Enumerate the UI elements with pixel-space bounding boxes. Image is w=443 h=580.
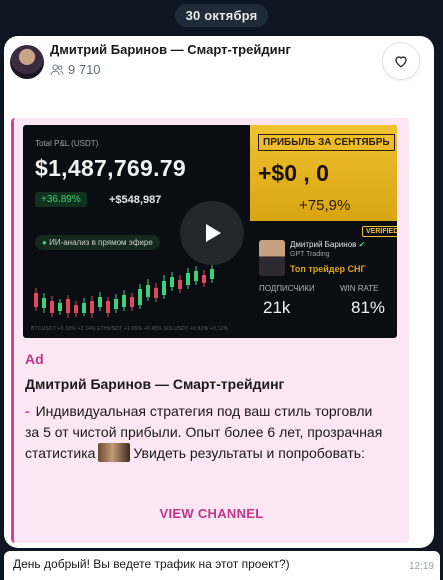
subscribers-stat-label: ПОДПИСЧИКИ bbox=[259, 284, 315, 293]
date-separator: 30 октября bbox=[174, 4, 269, 27]
users-icon bbox=[50, 64, 64, 75]
winrate-stat-label: WIN RATE bbox=[340, 284, 379, 293]
profit-pct: +75,9% bbox=[299, 197, 351, 214]
heart-icon bbox=[395, 56, 407, 68]
react-button[interactable] bbox=[382, 42, 420, 80]
usd-gain: +$548,987 bbox=[109, 194, 162, 206]
ad-title: Дмитрий Баринов — Смарт-трейдинг bbox=[25, 376, 285, 392]
play-icon bbox=[206, 224, 221, 242]
profit-panel: ПРИБЫЛЬ ЗА СЕНТЯБРЬ +$0 , 0 +75,9% bbox=[250, 125, 397, 221]
ad-text-part2: Увидеть результаты и попробовать: bbox=[133, 445, 365, 461]
channel-header[interactable]: Дмитрий Баринов — Смарт-трейдинг 9 710 bbox=[4, 36, 434, 104]
pct-badge: +36.89% bbox=[35, 192, 87, 207]
ticker-strip: BTCUSDT +0.18% +2.14% ETHUSDT +1.06% +0.… bbox=[31, 326, 229, 332]
subscribers-stat-value: 21k bbox=[263, 298, 291, 317]
pl-label: Total P&L (USDT) bbox=[35, 139, 99, 148]
trader-avatar bbox=[259, 240, 285, 276]
ai-live-pill: ● ИИ-анализ в прямом эфире bbox=[35, 235, 160, 250]
trader-name: Дмитрий Баринов ✔ bbox=[290, 240, 365, 249]
inline-emoji-image bbox=[98, 443, 131, 462]
subscriber-count: 9 710 bbox=[50, 62, 101, 77]
channel-message-card: Дмитрий Баринов — Смарт-трейдинг 9 710 T… bbox=[4, 36, 434, 548]
verified-badge: VERIFIED bbox=[362, 226, 397, 237]
ad-video[interactable]: Total P&L (USDT) $1,487,769.79 +36.89% +… bbox=[23, 125, 397, 338]
message-time: 12:19 bbox=[408, 561, 434, 572]
view-channel-button[interactable]: VIEW CHANNEL bbox=[14, 506, 409, 521]
winrate-stat-value: 81% bbox=[351, 298, 386, 317]
message-bubble: День добрый! Вы ведете трафик на этот пр… bbox=[4, 551, 440, 580]
profit-title: ПРИБЫЛЬ ЗА СЕНТЯБРЬ bbox=[258, 134, 395, 151]
ad-label[interactable]: Ad bbox=[25, 351, 44, 367]
message-text: День добрый! Вы ведете трафик на этот пр… bbox=[13, 557, 290, 571]
play-button[interactable] bbox=[180, 201, 244, 265]
ad-text: - Индивидуальная стратегия под ваш стиль… bbox=[25, 401, 390, 464]
candles-group bbox=[34, 265, 214, 318]
candlestick-chart bbox=[34, 265, 214, 318]
bullet-icon: - bbox=[25, 403, 30, 419]
profit-sum: +$0 , 0 bbox=[258, 160, 329, 186]
subscriber-count-value: 9 710 bbox=[68, 62, 101, 77]
trader-name-text: Дмитрий Баринов bbox=[290, 240, 357, 249]
live-dot-icon: ● bbox=[42, 238, 50, 247]
ai-live-label: ИИ-анализ в прямом эфире bbox=[49, 238, 153, 247]
channel-avatar[interactable] bbox=[10, 45, 44, 79]
trader-sub: GPT Trading bbox=[290, 251, 330, 258]
check-icon: ✔ bbox=[358, 240, 366, 249]
channel-name[interactable]: Дмитрий Баринов — Смарт-трейдинг bbox=[50, 42, 291, 57]
top-trader-label: Топ трейдер СНГ bbox=[290, 264, 366, 274]
sponsored-ad: Total P&L (USDT) $1,487,769.79 +36.89% +… bbox=[11, 118, 409, 543]
pl-value: $1,487,769.79 bbox=[35, 155, 186, 181]
